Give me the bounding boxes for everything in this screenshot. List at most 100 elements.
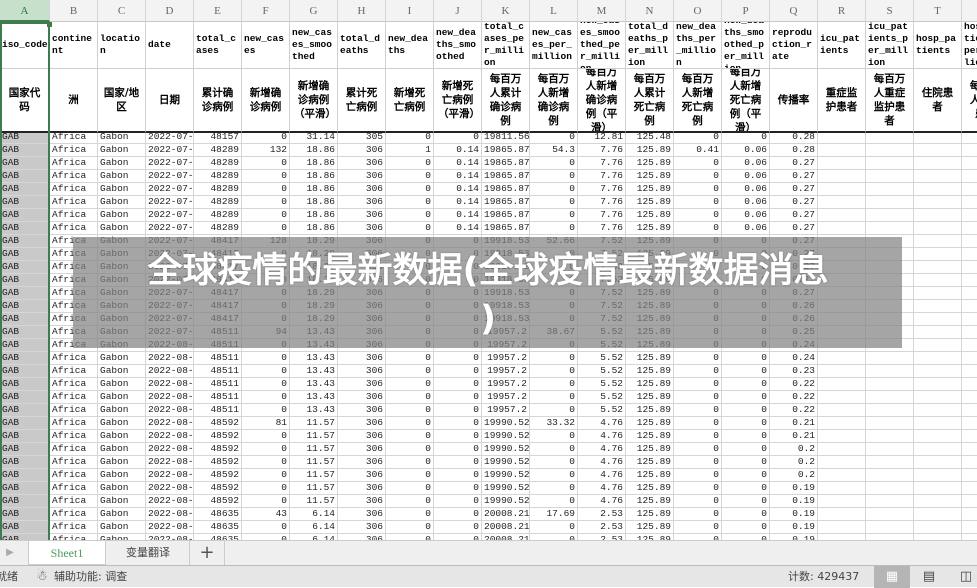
cell-r[interactable] <box>818 170 866 183</box>
cell-b[interactable]: Africa <box>50 170 98 183</box>
cell-t[interactable] <box>914 235 962 248</box>
cell-t[interactable] <box>914 365 962 378</box>
column-header-o[interactable]: O <box>674 0 722 22</box>
cell-j[interactable]: 0 <box>434 391 482 404</box>
header-en-k[interactable]: total_cases_per_million <box>482 22 530 69</box>
cell-k[interactable]: 19865.87 <box>482 196 530 209</box>
cell-i[interactable]: 0 <box>386 495 434 508</box>
header-zh-s[interactable]: 每百万人重症监护患者 <box>866 69 914 133</box>
header-zh-h[interactable]: 累计死亡病例 <box>338 69 386 133</box>
accessibility-status[interactable]: 辅助功能: 调查 <box>54 566 127 588</box>
cell-p[interactable]: 0 <box>722 391 770 404</box>
cell-r[interactable] <box>818 495 866 508</box>
cell-r[interactable] <box>818 521 866 534</box>
cell-n[interactable]: 125.89 <box>626 508 674 521</box>
cell-s[interactable] <box>866 209 914 222</box>
cell-n[interactable]: 125.89 <box>626 443 674 456</box>
cell-u[interactable] <box>962 443 977 456</box>
cell-s[interactable] <box>866 222 914 235</box>
column-header-k[interactable]: K <box>482 0 530 22</box>
cell-a[interactable]: GAB <box>0 482 50 495</box>
header-en-j[interactable]: new_deaths_smoothed <box>434 22 482 69</box>
cell-c[interactable]: Gabon <box>98 157 146 170</box>
cell-u[interactable] <box>962 469 977 482</box>
cell-k[interactable]: 19865.87 <box>482 157 530 170</box>
cell-n[interactable]: 125.89 <box>626 183 674 196</box>
cell-g[interactable]: 18.86 <box>290 170 338 183</box>
cell-q[interactable]: 0.2 <box>770 456 818 469</box>
cell-a[interactable]: GAB <box>0 521 50 534</box>
cell-b[interactable]: Africa <box>50 133 98 144</box>
cell-i[interactable]: 0 <box>386 443 434 456</box>
cell-u[interactable] <box>962 495 977 508</box>
cell-f[interactable]: 0 <box>242 170 290 183</box>
cell-d[interactable]: 2022-08-1 <box>146 456 194 469</box>
cell-d[interactable]: 2022-08-0 <box>146 404 194 417</box>
cell-c[interactable]: Gabon <box>98 209 146 222</box>
header-zh-c[interactable]: 国家/地区 <box>98 69 146 133</box>
cell-q[interactable]: 0.28 <box>770 133 818 144</box>
cell-t[interactable] <box>914 456 962 469</box>
cell-n[interactable]: 125.89 <box>626 352 674 365</box>
cell-g[interactable]: 13.43 <box>290 404 338 417</box>
cell-b[interactable]: Africa <box>50 209 98 222</box>
cell-g[interactable]: 11.57 <box>290 495 338 508</box>
cell-u[interactable] <box>962 183 977 196</box>
cell-j[interactable]: 0 <box>434 456 482 469</box>
header-en-u[interactable]: hosp_patients_per_million <box>962 22 977 69</box>
cell-m[interactable]: 2.53 <box>578 508 626 521</box>
cell-k[interactable]: 19990.52 <box>482 495 530 508</box>
cell-t[interactable] <box>914 339 962 352</box>
cell-e[interactable]: 48592 <box>194 417 242 430</box>
cell-e[interactable]: 48511 <box>194 391 242 404</box>
cell-q[interactable]: 0.2 <box>770 469 818 482</box>
cell-i[interactable]: 0 <box>386 170 434 183</box>
cell-g[interactable]: 11.57 <box>290 482 338 495</box>
cell-t[interactable] <box>914 261 962 274</box>
cell-u[interactable] <box>962 326 977 339</box>
cell-k[interactable]: 19957.2 <box>482 365 530 378</box>
cell-e[interactable]: 48592 <box>194 469 242 482</box>
cell-d[interactable]: 2022-08-0 <box>146 430 194 443</box>
cell-q[interactable]: 0.27 <box>770 157 818 170</box>
cell-e[interactable]: 48592 <box>194 482 242 495</box>
header-en-i[interactable]: new_deaths <box>386 22 434 69</box>
cell-j[interactable]: 0.14 <box>434 183 482 196</box>
cell-k[interactable]: 20008.21 <box>482 508 530 521</box>
cell-i[interactable]: 0 <box>386 456 434 469</box>
column-header-i[interactable]: I <box>386 0 434 22</box>
cell-o[interactable]: 0 <box>674 170 722 183</box>
cell-e[interactable]: 48157 <box>194 133 242 144</box>
cell-r[interactable] <box>818 157 866 170</box>
cell-s[interactable] <box>866 521 914 534</box>
cell-o[interactable]: 0 <box>674 133 722 144</box>
cell-i[interactable]: 0 <box>386 417 434 430</box>
cell-c[interactable]: Gabon <box>98 133 146 144</box>
header-zh-p[interactable]: 每百万人新增死亡病例（平滑） <box>722 69 770 133</box>
cell-e[interactable]: 48289 <box>194 170 242 183</box>
cell-g[interactable]: 13.43 <box>290 365 338 378</box>
cell-k[interactable]: 19865.87 <box>482 170 530 183</box>
cell-l[interactable]: 54.3 <box>530 144 578 157</box>
column-header-q[interactable]: Q <box>770 0 818 22</box>
cell-j[interactable]: 0 <box>434 521 482 534</box>
cell-p[interactable]: 0 <box>722 365 770 378</box>
header-zh-o[interactable]: 每百万人新增死亡病例 <box>674 69 722 133</box>
cell-g[interactable]: 11.57 <box>290 456 338 469</box>
cell-f[interactable]: 0 <box>242 521 290 534</box>
cell-f[interactable]: 0 <box>242 378 290 391</box>
column-header-s[interactable]: S <box>866 0 914 22</box>
cell-b[interactable]: Africa <box>50 521 98 534</box>
cell-t[interactable] <box>914 417 962 430</box>
cell-s[interactable] <box>866 133 914 144</box>
cell-l[interactable]: 0 <box>530 521 578 534</box>
cell-j[interactable]: 0.14 <box>434 157 482 170</box>
cell-u[interactable] <box>962 378 977 391</box>
cell-e[interactable]: 48511 <box>194 352 242 365</box>
cell-s[interactable] <box>866 144 914 157</box>
cell-h[interactable]: 306 <box>338 378 386 391</box>
cell-g[interactable]: 11.57 <box>290 443 338 456</box>
header-zh-j[interactable]: 新增死亡病例（平滑） <box>434 69 482 133</box>
header-zh-f[interactable]: 新增确诊病例 <box>242 69 290 133</box>
cell-d[interactable]: 2022-08-0 <box>146 365 194 378</box>
